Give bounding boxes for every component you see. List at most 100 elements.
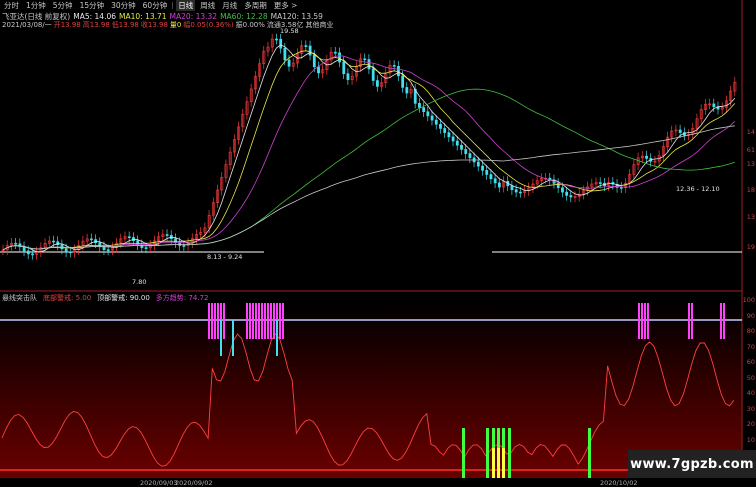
candle-body [485, 170, 489, 175]
candle-body [371, 68, 375, 81]
watermark: www.7gpzb.com [628, 450, 756, 478]
candle-body [464, 149, 468, 154]
candle-body [279, 38, 283, 49]
bottom-signal-bar [502, 448, 505, 478]
indicator-legend-item: 底部警戒: 5.00 [43, 294, 92, 302]
top-signal-bar [217, 303, 219, 339]
candle-body [510, 185, 514, 190]
candle-body [451, 136, 455, 142]
candle-body [619, 187, 623, 189]
candle-body [304, 45, 308, 47]
top-signal-bar [641, 303, 643, 339]
top-signal-bar [720, 303, 722, 339]
top-signal-bar [214, 303, 216, 339]
candle-body [645, 155, 648, 159]
candle-body [22, 246, 26, 252]
price-axis-label: 13 [746, 160, 755, 168]
candle-body [367, 59, 371, 70]
top-signal-bar [208, 303, 210, 339]
candle-body [287, 59, 291, 67]
candle-body [140, 244, 144, 248]
ma-line-20 [2, 55, 736, 251]
candle-body [106, 249, 110, 252]
candle-body [376, 80, 379, 87]
candle-body [144, 247, 148, 249]
bottom-signal-bar [462, 448, 465, 478]
indicator-axis-label: 30 [746, 404, 755, 413]
candle-body [14, 242, 18, 245]
indicator-legend-item: 多方趋势: 74.72 [155, 294, 209, 302]
candle-body [392, 65, 396, 67]
candle-body [418, 103, 421, 108]
ma-line-5 [2, 44, 736, 253]
candle-body [317, 66, 320, 74]
candle-body [127, 236, 131, 239]
indicator-axis-label: 100 [742, 296, 755, 304]
candle-body [178, 242, 182, 246]
candle-body [430, 115, 434, 121]
candle-body [405, 87, 409, 94]
indicator-legend: 悬线突击队 底部警戒: 5.00 顶部警戒: 90.00 多方趋势: 74.72 [2, 293, 214, 303]
candle-body [401, 75, 405, 88]
top-signal-bar [688, 303, 690, 339]
candle-body [569, 195, 573, 198]
candle-body [312, 54, 316, 68]
candle-body [460, 144, 463, 150]
indicator-axis-label: 40 [746, 389, 755, 397]
top-signal-bar [273, 303, 275, 339]
candle-body [493, 178, 497, 184]
candle-body [455, 140, 459, 146]
candle-body [397, 66, 400, 77]
candle-body [346, 73, 350, 80]
candle-body [102, 246, 106, 251]
top-signal-bar [249, 303, 251, 339]
top-signal-bar [647, 303, 649, 339]
date-axis-label: 2020/10/02 [600, 479, 638, 487]
candle-body [338, 52, 341, 63]
top-signal-bar [267, 303, 269, 339]
candle-body [182, 245, 186, 247]
candle-body [342, 61, 346, 74]
candle-body [678, 129, 682, 133]
price-axis-label: 18 [746, 186, 755, 194]
indicator-axis-label: 70 [746, 342, 755, 351]
top-signal-bar [261, 303, 263, 339]
date-axis-label: 2020/09/02 [175, 479, 213, 487]
candle-body [68, 251, 72, 254]
indicator-axis-label: 20 [746, 420, 755, 428]
indicator-axis-label: 60 [746, 358, 755, 366]
ma-line-10 [2, 50, 736, 251]
price-axis-label: 13 [746, 213, 755, 221]
candle-body [447, 132, 451, 138]
price-axis-label: 14 [746, 128, 755, 136]
candle-body [31, 253, 34, 256]
candle-body [497, 182, 501, 188]
candle-body [64, 248, 68, 253]
bottom-signal-bar [486, 448, 489, 478]
ma-line-60 [2, 88, 735, 251]
bottom-signal-bar [588, 448, 591, 478]
high-price-tag: 19.58 [280, 27, 299, 35]
date-axis: 2020/09/03 2020/09/02 2020/10/02 [0, 478, 756, 487]
candle-body [26, 250, 30, 255]
chart-canvas[interactable] [0, 0, 756, 487]
price-axis-label: 61 [746, 146, 755, 154]
candle-body [598, 182, 602, 184]
price-axis-label: 19 [746, 243, 755, 251]
candle-body [333, 51, 337, 54]
candle-body [422, 107, 426, 113]
top-signal-bar [638, 303, 640, 339]
date-axis-label: 2020/09/03 [140, 479, 178, 487]
candle-body [443, 128, 447, 133]
candle-body [283, 47, 287, 61]
candle-body [514, 189, 518, 193]
top-signal-bar [255, 303, 257, 339]
top-signal-bar [270, 303, 272, 339]
candle-body [481, 165, 484, 171]
top-signal-bar [279, 303, 281, 339]
top-signal-bar [723, 303, 725, 339]
top-signal-marker [220, 320, 222, 356]
top-signal-bar [258, 303, 260, 339]
candle-body [363, 58, 367, 61]
candle-body [476, 161, 480, 167]
